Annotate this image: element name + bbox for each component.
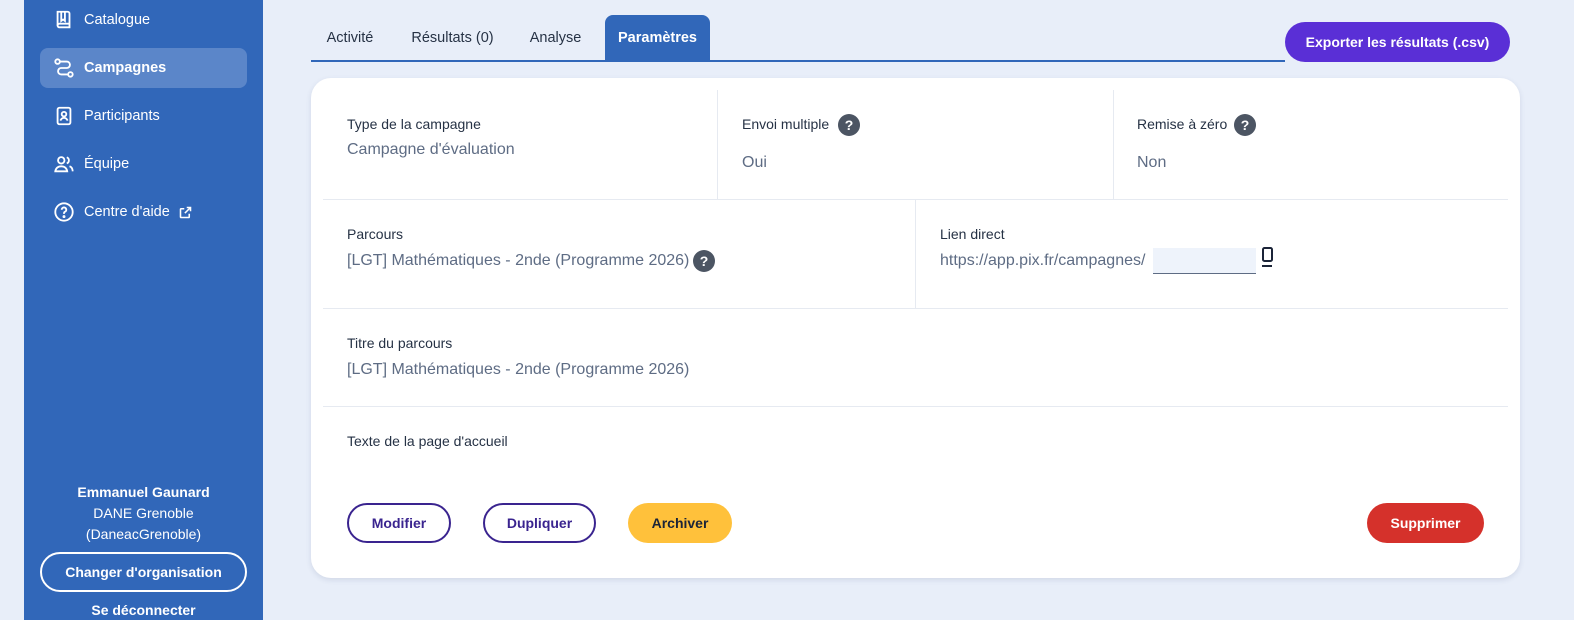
person-card-icon <box>53 105 75 127</box>
reset-label: Remise à zéro <box>1137 116 1228 132</box>
copy-icon[interactable] <box>1259 246 1275 268</box>
help-icon[interactable]: ? <box>693 250 715 272</box>
team-icon <box>53 153 75 175</box>
delete-button[interactable]: Supprimer <box>1367 503 1484 543</box>
help-icon[interactable]: ? <box>838 114 860 136</box>
logout-link[interactable]: Se déconnecter <box>24 602 263 618</box>
route-icon <box>53 57 75 79</box>
sidebar-item-label: Centre d'aide <box>84 204 170 220</box>
tab-analyse[interactable]: Analyse <box>519 15 592 60</box>
reset-value: Non <box>1137 154 1167 171</box>
sidebar-item-equipe[interactable]: Équipe <box>40 144 247 184</box>
path-value: [LGT] Mathématiques - 2nde (Programme 20… <box>347 252 690 269</box>
duplicate-button[interactable]: Dupliquer <box>483 503 596 543</box>
path-title-value: [LGT] Mathématiques - 2nde (Programme 20… <box>347 361 690 378</box>
sidebar-item-campagnes[interactable]: Campagnes <box>40 48 247 88</box>
help-icon[interactable]: ? <box>1234 114 1256 136</box>
help-circle-icon <box>53 201 75 223</box>
campaign-type-label: Type de la campagne <box>347 116 481 132</box>
sidebar-item-label: Participants <box>84 108 160 124</box>
tab-resultats[interactable]: Résultats (0) <box>402 15 503 60</box>
sidebar-item-label: Campagnes <box>84 60 167 76</box>
page-edge <box>0 0 24 620</box>
path-title-label: Titre du parcours <box>347 335 453 351</box>
divider <box>323 308 1508 309</box>
change-organization-button[interactable]: Changer d'organisation <box>40 552 247 592</box>
divider <box>323 406 1508 407</box>
direct-link-label: Lien direct <box>940 226 1005 242</box>
user-info: Emmanuel Gaunard DANE Grenoble (DaneacGr… <box>24 482 263 545</box>
sidebar-item-label: Équipe <box>84 156 130 172</box>
sidebar-item-catalogue[interactable]: Catalogue <box>40 0 247 40</box>
multiple-sending-value: Oui <box>742 154 767 171</box>
tab-parametres[interactable]: Paramètres <box>605 15 710 60</box>
book-icon <box>53 9 75 31</box>
direct-link-value[interactable]: https://app.pix.fr/campagnes/ <box>940 252 1145 270</box>
divider <box>717 90 718 199</box>
divider <box>1113 90 1114 199</box>
user-name: Emmanuel Gaunard <box>77 484 210 500</box>
sidebar-item-help-center[interactable]: Centre d'aide <box>40 192 247 232</box>
tab-bar: Activité Résultats (0) Analyse Paramètre… <box>311 15 1285 62</box>
org-name: DANE Grenoble <box>93 505 194 521</box>
org-code: (DaneacGrenoble) <box>85 526 202 542</box>
sidebar-item-participants[interactable]: Participants <box>40 96 247 136</box>
direct-link-code-field[interactable] <box>1153 248 1256 274</box>
archive-button[interactable]: Archiver <box>628 503 732 543</box>
multiple-sending-label: Envoi multiple <box>742 116 830 132</box>
divider <box>915 200 916 308</box>
campaign-type-value: Campagne d'évaluation <box>347 141 515 158</box>
path-label: Parcours <box>347 226 404 242</box>
settings-card: Type de la campagne Campagne d'évaluatio… <box>311 78 1520 578</box>
external-link-icon <box>178 205 193 220</box>
sidebar: Catalogue Campagnes Participants Équipe … <box>24 0 263 620</box>
sidebar-item-label: Catalogue <box>84 12 151 28</box>
welcome-text-label: Texte de la page d'accueil <box>347 433 508 449</box>
modify-button[interactable]: Modifier <box>347 503 451 543</box>
export-results-button[interactable]: Exporter les résultats (.csv) <box>1285 22 1510 62</box>
tab-activite[interactable]: Activité <box>311 15 389 60</box>
